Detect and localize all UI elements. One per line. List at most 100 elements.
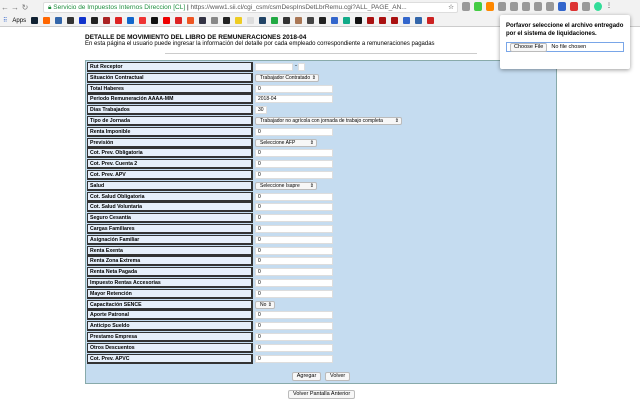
bookmark-icon[interactable] [319,17,327,24]
extension-icon[interactable] [486,2,494,11]
back-icon[interactable]: ← [0,3,10,12]
extension-icon[interactable] [582,2,590,11]
prestamo-empresa-input[interactable]: 0 [255,333,333,341]
salud-select[interactable]: Seleccione Isapre [255,181,317,190]
field-label: Total Haberes [87,83,253,94]
bookmark-icon[interactable] [379,17,387,24]
form-row: Periodo Remuneración AAAA-MM 2018-04 [87,94,557,105]
choose-file-button[interactable]: Choose File [510,42,548,52]
forward-icon[interactable]: → [10,3,20,12]
bookmark-icon[interactable] [139,17,147,24]
bookmark-icon[interactable] [163,17,171,24]
bookmark-icon[interactable] [307,17,315,24]
bookmark-icon[interactable] [43,17,51,24]
bookmark-icon[interactable] [391,17,399,24]
extension-icon[interactable] [594,2,602,11]
bookmark-icon[interactable] [223,17,231,24]
bookmark-icon[interactable] [151,17,159,24]
cot-prev-obligatoria-input[interactable]: 0 [255,149,333,158]
bookmark-icon[interactable] [187,17,195,24]
bookmark-icon[interactable] [259,17,267,24]
impuesto-rentas-accesorias-input[interactable]: 0 [255,279,333,287]
extension-icon[interactable] [570,2,578,11]
bookmark-icon[interactable] [31,17,39,24]
otros-descuentos-input[interactable]: 0 [255,343,333,352]
field-label: Cot. Salud Voluntaria [87,202,253,213]
apps-icon[interactable]: ⠿ [3,17,7,24]
address-bar[interactable]: 🔒︎ Servicio de Impuestos Internos Direcc… [43,2,458,13]
renta-neta-pagada-input[interactable]: 0 [255,268,333,277]
asignacion-familiar-input[interactable]: 0 [255,235,333,244]
periodo-remuneracion-aaaa-mm-input[interactable]: 2018-04 [255,95,333,104]
cot-salud-obligatoria-input[interactable]: 0 [255,192,333,201]
bookmark-icon[interactable] [355,17,363,24]
bookmark-icon[interactable] [175,17,183,24]
bookmark-icon[interactable] [91,17,99,24]
apps-link[interactable]: Apps [12,18,26,24]
bookmark-icon[interactable] [67,17,75,24]
cot-prev-apvc-input[interactable]: 0 [255,354,333,363]
bookmark-icon[interactable] [127,17,135,24]
cot-salud-voluntaria-input[interactable]: 0 [255,203,333,212]
rut-receptor-dv-input[interactable] [298,63,305,71]
total-haberes-input[interactable]: 0 [255,84,333,93]
extension-icon[interactable] [462,2,470,11]
renta-zona-extrema-input[interactable]: 0 [255,257,333,266]
bookmark-icon[interactable] [103,17,111,24]
seguro-cesantia-input[interactable]: 0 [255,214,333,223]
renta-exenta-input[interactable]: 0 [255,246,333,255]
no-file-label: No file chosen [551,44,587,50]
bookmark-icon[interactable] [235,17,243,24]
extension-icon[interactable] [510,2,518,11]
field-label: Cot. Prev. APVC [87,353,253,364]
capacitacion-sence-select[interactable]: No [255,300,275,309]
bookmark-icon[interactable] [427,17,435,24]
form-row: Mayor Retención 0 [87,288,557,299]
extension-icon[interactable] [534,2,542,11]
file-input[interactable]: Choose File No file chosen [506,42,624,52]
bookmark-icon[interactable] [367,17,375,24]
cargas-familiares-input[interactable]: 0 [255,225,333,233]
rut-receptor-input[interactable] [255,63,293,71]
cot-prev-apv-input[interactable]: 0 [255,171,333,179]
browser-toolbar: ← → ↻ 🔒︎ Servicio de Impuestos Internos … [0,0,640,15]
tipo-de-jornada-select[interactable]: Trabajador no agrícola con jornada de tr… [255,117,402,125]
bookmark-icon[interactable] [55,17,63,24]
back-button[interactable]: Volver [324,372,351,381]
bookmark-icon[interactable] [115,17,123,24]
add-button[interactable]: Agregar [291,372,322,381]
star-icon[interactable]: ☆ [448,3,454,12]
bookmark-icon[interactable] [199,17,207,24]
cot-prev-cuenta-2-input[interactable]: 0 [255,160,333,169]
bookmark-icon[interactable] [331,17,339,24]
bookmark-icon[interactable] [343,17,351,24]
field-label: Impuesto Rentas Accesorias [87,278,253,288]
bookmark-icon[interactable] [403,17,411,24]
bookmark-icon[interactable] [79,17,87,24]
bookmark-icon[interactable] [247,17,255,24]
situacion-contractual-select[interactable]: Trabajador Contratado [255,73,319,82]
menu-icon[interactable]: ⋮ [606,2,612,11]
field-label: Cot. Salud Obligatoria [87,191,253,202]
field-label: Cargas Familiares [87,224,253,234]
anticipo-sueldo-input[interactable]: 0 [255,322,333,331]
bookmark-icon[interactable] [271,17,279,24]
aporte-patronal-input[interactable]: 0 [255,311,333,320]
bookmark-icon[interactable] [415,17,423,24]
extension-icon[interactable] [498,2,506,11]
extension-icon[interactable] [546,2,554,11]
extension-icon[interactable] [474,2,482,11]
dias-trabajados-input[interactable]: 30 [255,106,267,115]
reload-icon[interactable]: ↻ [20,3,30,12]
bookmark-icon[interactable] [295,17,303,24]
mayor-retencion-input[interactable]: 0 [255,289,333,298]
renta-imponible-input[interactable]: 0 [255,127,333,136]
prevision-select[interactable]: Seleccione AFP [255,138,317,147]
back-previous-screen-button[interactable]: Volver Pantalla Anterior [288,390,356,399]
form-row: Situación Contractual Trabajador Contrata… [87,72,557,83]
extension-icon[interactable] [558,2,566,11]
bookmark-icon[interactable] [211,17,219,24]
bookmark-icon[interactable] [283,17,291,24]
extension-icon[interactable] [522,2,530,11]
field-label: Renta Exenta [87,245,253,256]
